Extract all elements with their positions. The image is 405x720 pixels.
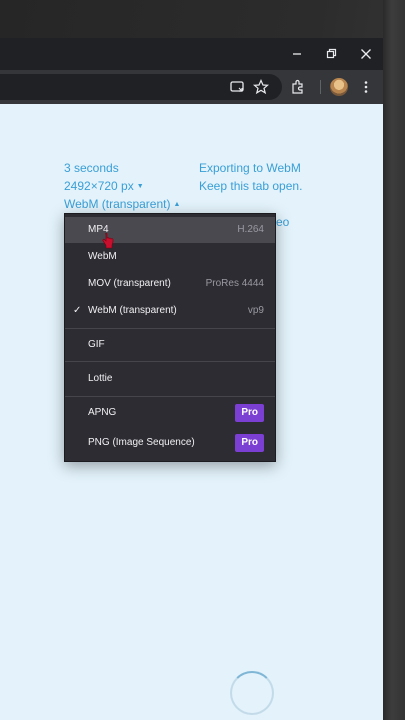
menu-item-mov-transparent[interactable]: MOV (transparent) ProRes 4444 [65,271,275,297]
menu-item-label: PNG (Image Sequence) [88,437,195,448]
menu-item-label: Lottie [88,373,113,384]
menu-divider [65,361,275,362]
menu-item-codec: ProRes 4444 [205,278,264,289]
menu-item-png-sequence[interactable]: PNG (Image Sequence) Pro [65,430,275,456]
loading-spinner [230,671,274,715]
profile-avatar[interactable] [330,78,348,96]
menu-item-label: APNG [88,407,117,418]
menu-item-webm[interactable]: WebM [65,244,275,270]
pro-badge: Pro [235,434,264,452]
kebab-menu-icon[interactable] [355,76,377,98]
menu-item-gif[interactable]: GIF [65,332,275,358]
close-icon[interactable] [356,44,376,64]
menu-item-mp4[interactable]: MP4 H.264 [65,217,275,243]
format-value: WebM (transparent) [64,197,171,211]
export-status-title: Exporting to WebM [199,161,301,175]
install-app-icon[interactable] [226,76,248,98]
format-selector[interactable]: WebM (transparent) ▲ [64,195,180,214]
checkmark-icon: ✓ [73,305,82,316]
export-status-note: Keep this tab open. [199,179,303,193]
export-status-partial: eo [276,215,290,229]
minimize-icon[interactable] [287,44,307,64]
menu-item-lottie[interactable]: Lottie [65,366,275,392]
menu-item-codec: vp9 [247,305,264,316]
caret-down-icon: ▼ [136,183,144,190]
dimensions-selector[interactable]: 2492×720 px ▼ [64,177,144,196]
menu-item-label: MOV (transparent) [88,278,171,289]
menu-divider [65,396,275,397]
background-strip [383,0,405,720]
extensions-icon[interactable] [287,76,309,98]
menu-item-webm-transparent[interactable]: ✓ WebM (transparent) vp9 [65,298,275,324]
menu-item-label: WebM (transparent) [88,305,177,316]
caret-up-icon: ▲ [173,201,181,208]
menu-divider [65,328,275,329]
pro-badge: Pro [235,404,264,422]
format-dropdown-menu: MP4 H.264 WebM MOV (transparent) ProRes … [64,213,276,462]
toolbar-separator [320,80,321,94]
dimensions-value: 2492×720 px [64,179,134,193]
menu-item-apng[interactable]: APNG Pro [65,400,275,426]
star-icon[interactable] [250,76,272,98]
duration-label: 3 seconds [64,161,119,175]
menu-item-codec: H.264 [237,224,264,235]
menu-item-label: GIF [88,339,105,350]
restore-icon[interactable] [321,44,341,64]
hand-cursor-icon [102,232,114,249]
